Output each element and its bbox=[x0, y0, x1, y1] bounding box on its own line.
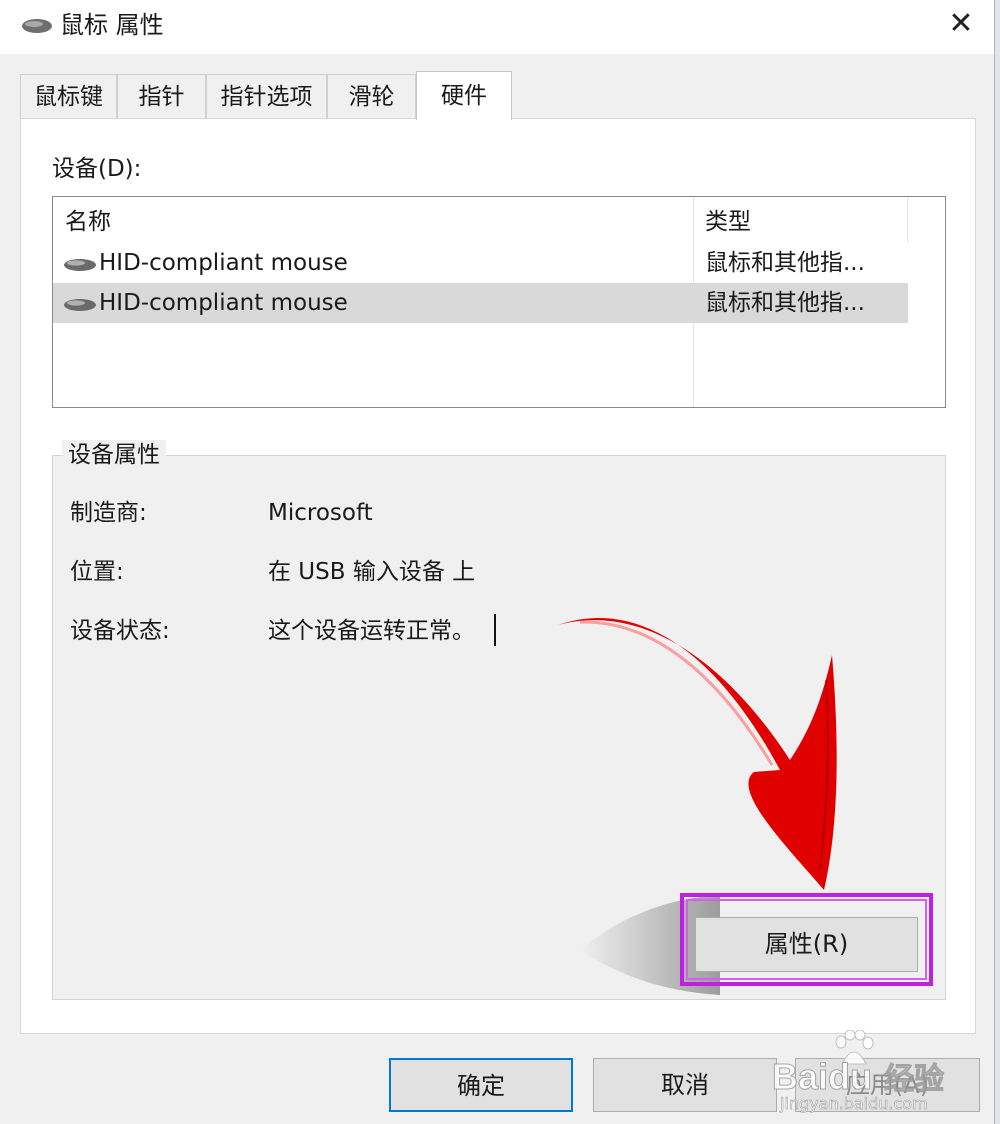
manufacturer-label: 制造商: bbox=[70, 500, 147, 526]
device-type: 鼠标和其他指... bbox=[705, 250, 865, 276]
watermark-sub: 经验 bbox=[884, 1062, 945, 1098]
status-label: 设备状态: bbox=[70, 618, 170, 644]
devices-label: 设备(D): bbox=[52, 156, 142, 182]
manufacturer-value: Microsoft bbox=[268, 500, 373, 526]
red-arrow-annotation bbox=[558, 617, 837, 890]
column-header-type[interactable]: 类型 bbox=[705, 207, 751, 237]
ok-button[interactable]: 确定 bbox=[389, 1058, 573, 1112]
tab-wheel[interactable]: 滑轮 bbox=[327, 74, 416, 118]
column-divider bbox=[907, 197, 908, 243]
tab-pointer-options[interactable]: 指针选项 bbox=[206, 74, 327, 118]
mouse-icon bbox=[22, 19, 52, 33]
device-name: HID-compliant mouse bbox=[99, 290, 348, 316]
list-item[interactable]: HID-compliant mouse 鼠标和其他指... bbox=[53, 283, 908, 323]
tab-pointers[interactable]: 指针 bbox=[117, 74, 206, 118]
cancel-button[interactable]: 取消 bbox=[593, 1058, 777, 1112]
close-button[interactable]: ✕ bbox=[935, 0, 987, 48]
mouse-icon bbox=[64, 259, 96, 271]
window-title: 鼠标 属性 bbox=[60, 11, 164, 39]
tab-hardware[interactable]: 硬件 bbox=[416, 71, 512, 120]
title-bar: 鼠标 属性 ✕ bbox=[0, 0, 994, 54]
text-cursor bbox=[494, 614, 496, 646]
properties-button[interactable]: 属性(R) bbox=[695, 917, 918, 972]
location-value: 在 USB 输入设备 上 bbox=[268, 559, 476, 585]
watermark-brand: Baidu bbox=[771, 1056, 873, 1098]
window-edge bbox=[994, 0, 1000, 1124]
location-label: 位置: bbox=[70, 559, 124, 585]
watermark-url: jingyan.baidu.com bbox=[780, 1094, 928, 1114]
column-header-name[interactable]: 名称 bbox=[65, 207, 111, 237]
baidu-watermark: Baidu 经验 jingyan.baidu.com bbox=[771, 1030, 982, 1114]
tab-buttons[interactable]: 鼠标键 bbox=[20, 74, 117, 118]
device-list[interactable]: 名称 类型 HID-compliant mouse 鼠标和其他指... HID-… bbox=[52, 196, 946, 408]
list-item[interactable]: HID-compliant mouse 鼠标和其他指... bbox=[53, 243, 908, 283]
device-name: HID-compliant mouse bbox=[99, 250, 348, 276]
device-properties-title: 设备属性 bbox=[62, 440, 166, 470]
device-type: 鼠标和其他指... bbox=[705, 290, 865, 316]
mouse-icon bbox=[64, 299, 96, 311]
status-value: 这个设备运转正常。 bbox=[268, 618, 475, 644]
